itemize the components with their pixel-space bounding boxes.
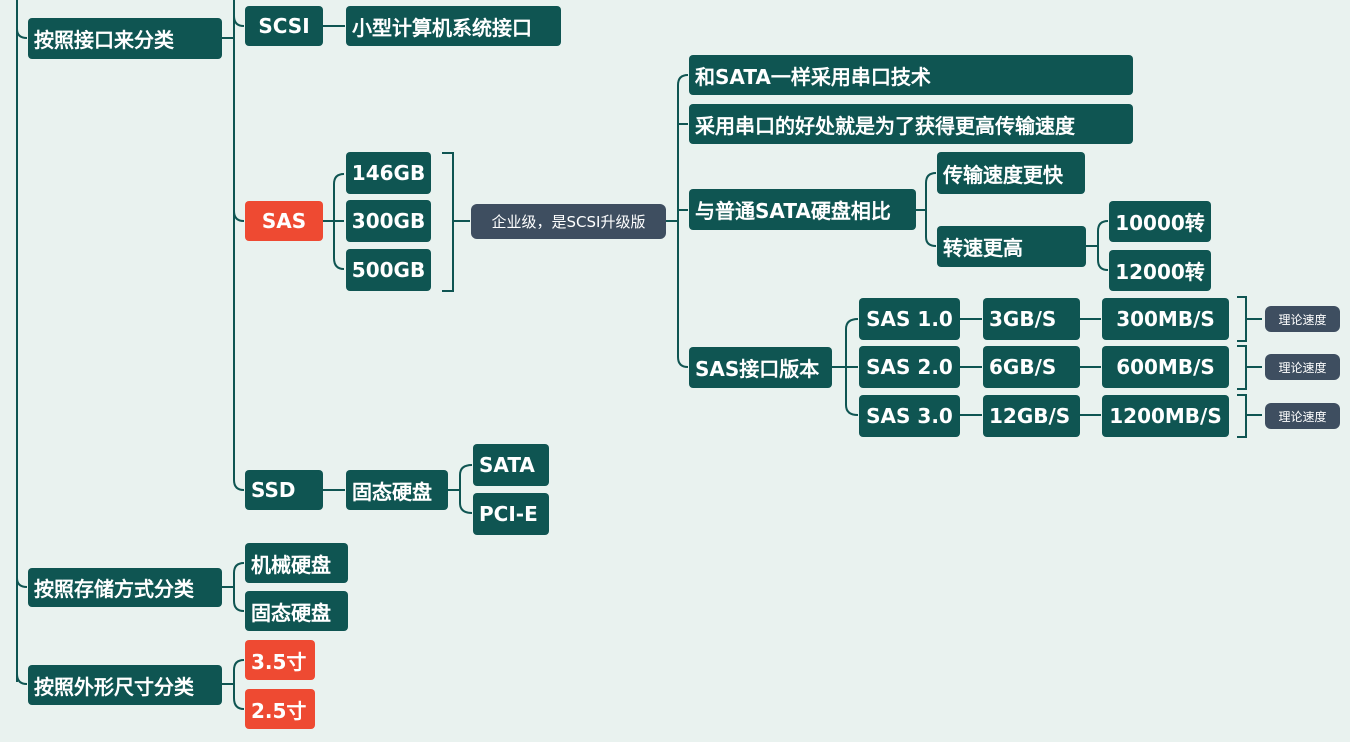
node-ssd-desc[interactable]: 固态硬盘 [346, 470, 448, 510]
node-sas-2-0-mbps[interactable]: 600MB/S [1102, 346, 1229, 388]
node-sas-summary[interactable]: 企业级，是SCSI升级版 [471, 204, 666, 239]
node-size-3-5[interactable]: 3.5寸 [245, 640, 315, 680]
node-sas-versions[interactable]: SAS接口版本 [689, 347, 832, 388]
note-sas-3-0-theoretical[interactable]: 理论速度 [1265, 403, 1340, 429]
node-sas[interactable]: SAS [245, 201, 323, 241]
node-ssd-pcie[interactable]: PCI-E [473, 493, 549, 535]
node-rpm-10000[interactable]: 10000转 [1109, 201, 1211, 242]
node-sas-2-0-gbps[interactable]: 6GB/S [983, 346, 1080, 388]
node-mechanical-hdd[interactable]: 机械硬盘 [245, 543, 348, 583]
node-sas-fact-serial[interactable]: 和SATA一样采用串口技术 [689, 55, 1133, 95]
node-ssd[interactable]: SSD [245, 470, 323, 510]
node-sas-2-0[interactable]: SAS 2.0 [859, 346, 960, 388]
node-sas-500gb[interactable]: 500GB [346, 249, 431, 291]
category-interface[interactable]: 按照接口来分类 [28, 18, 222, 59]
node-sas-1-0-gbps[interactable]: 3GB/S [983, 298, 1080, 340]
node-sas-3-0-mbps[interactable]: 1200MB/S [1102, 395, 1229, 437]
node-higher-rpm[interactable]: 转速更高 [937, 226, 1086, 267]
node-sas-3-0-gbps[interactable]: 12GB/S [983, 395, 1080, 437]
node-rpm-12000[interactable]: 12000转 [1109, 250, 1211, 291]
node-scsi[interactable]: SCSI [245, 6, 323, 46]
note-sas-2-0-theoretical[interactable]: 理论速度 [1265, 354, 1340, 380]
node-scsi-desc[interactable]: 小型计算机系统接口 [346, 6, 561, 46]
node-sas-3-0[interactable]: SAS 3.0 [859, 395, 960, 437]
node-solid-state[interactable]: 固态硬盘 [245, 591, 348, 631]
note-sas-1-0-theoretical[interactable]: 理论速度 [1265, 306, 1340, 332]
node-faster-transfer[interactable]: 传输速度更快 [937, 152, 1085, 194]
node-sas-300gb[interactable]: 300GB [346, 200, 431, 242]
category-storage[interactable]: 按照存储方式分类 [28, 568, 222, 607]
node-sas-1-0-mbps[interactable]: 300MB/S [1102, 298, 1229, 340]
node-sas-compare[interactable]: 与普通SATA硬盘相比 [689, 189, 916, 230]
category-form-factor[interactable]: 按照外形尺寸分类 [28, 665, 222, 705]
node-sas-1-0[interactable]: SAS 1.0 [859, 298, 960, 340]
node-sas-146gb[interactable]: 146GB [346, 152, 431, 194]
node-size-2-5[interactable]: 2.5寸 [245, 689, 315, 729]
node-sas-fact-speed[interactable]: 采用串口的好处就是为了获得更高传输速度 [689, 104, 1133, 144]
node-ssd-sata[interactable]: SATA [473, 444, 549, 486]
